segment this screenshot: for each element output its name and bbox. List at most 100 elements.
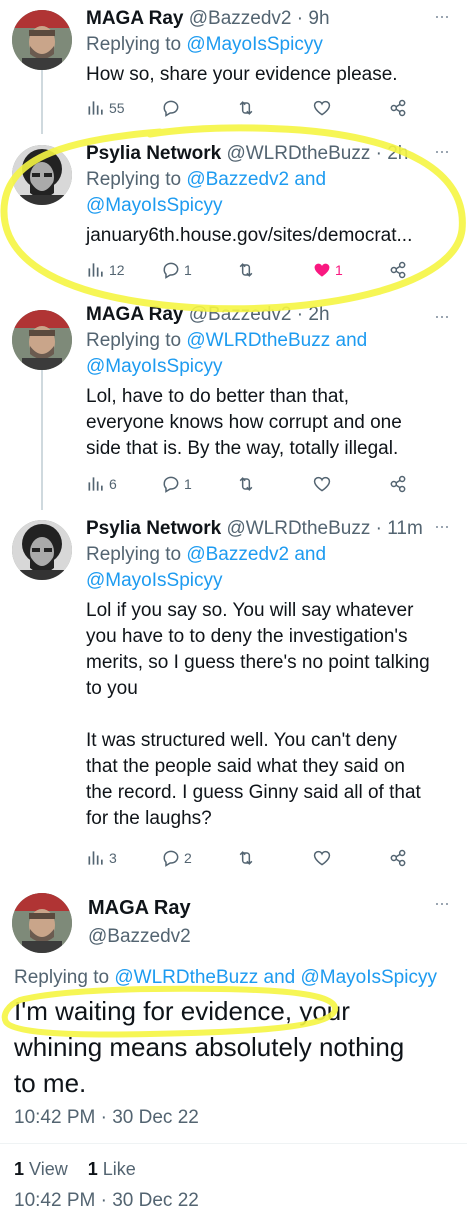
views-count: 6 (109, 476, 117, 492)
reply-mention[interactable]: @MayoIsSpicyy (86, 356, 223, 377)
replying-to-cont: @MayoIsSpicyy (86, 568, 457, 594)
likes-stat[interactable]: 1 Like (88, 1159, 136, 1179)
text-line: Lol if you say so. You will say whatever (86, 600, 414, 621)
author-handle[interactable]: @Bazzedv2 (189, 304, 292, 325)
main-tweet[interactable]: MAGA Ray @Bazzedv2 ··· Replying to @WLRD… (0, 885, 467, 1211)
timestamp[interactable]: 2h (387, 143, 408, 164)
timestamp[interactable]: 11m (387, 518, 423, 539)
timestamp[interactable]: 2h (308, 304, 329, 325)
replying-to: Replying to @Bazzedv2 and (86, 167, 457, 193)
more-icon[interactable]: ··· (434, 894, 450, 912)
avatar-maga-ray[interactable] (12, 310, 72, 370)
retweet-button[interactable] (236, 846, 256, 870)
retweet-button[interactable] (236, 258, 256, 282)
views-button[interactable]: 55 (86, 96, 125, 120)
tweet-1[interactable]: MAGA Ray @Bazzedv2 · 9h Replying to @May… (0, 0, 467, 134)
views-button[interactable]: 6 (86, 472, 117, 496)
like-icon (313, 100, 331, 116)
more-icon[interactable]: ··· (434, 517, 450, 535)
reply-button[interactable] (161, 96, 181, 120)
text-line: whining means absolutely nothing (14, 1032, 405, 1062)
like-count: 1 (335, 262, 343, 278)
views-count: 3 (109, 850, 117, 866)
like-button[interactable] (312, 472, 332, 496)
avatar-maga-ray[interactable] (12, 10, 72, 70)
author-name[interactable]: Psylia Network (86, 518, 221, 539)
replying-to: Replying to @WLRDtheBuzz and @MayoIsSpic… (14, 965, 437, 991)
views-button[interactable]: 3 (86, 846, 117, 870)
tweet-text: Lol if you say so. You will say whatever… (86, 598, 457, 832)
reply-count: 1 (184, 476, 192, 492)
author-handle[interactable]: @WLRDtheBuzz (226, 518, 370, 539)
replying-to-label: Replying to (86, 330, 187, 351)
avatar-psylia-network[interactable] (12, 145, 72, 205)
reply-icon (163, 100, 179, 117)
views-stat[interactable]: 1 View (14, 1159, 68, 1179)
author-name[interactable]: MAGA Ray (86, 304, 183, 325)
author-name[interactable]: MAGA Ray (88, 897, 191, 920)
more-icon[interactable]: ··· (434, 142, 450, 160)
avatar-maga-ray[interactable] (12, 893, 72, 953)
like-button[interactable]: 1 (312, 258, 343, 282)
reply-button[interactable]: 1 (161, 258, 192, 282)
author-handle[interactable]: @WLRDtheBuzz (226, 143, 370, 164)
more-icon[interactable]: ··· (434, 307, 450, 325)
text-line: to me. (14, 1068, 87, 1098)
author-handle[interactable]: @Bazzedv2 (189, 8, 292, 29)
tweet-actions: 55 (86, 96, 426, 120)
like-button[interactable] (312, 846, 332, 870)
avatar-psylia-network[interactable] (12, 520, 72, 580)
replying-to-label: Replying to (86, 34, 187, 55)
retweet-button[interactable] (236, 96, 256, 120)
views-icon (88, 477, 103, 491)
tweet-actions: 6 1 (86, 472, 426, 496)
like-button[interactable] (312, 96, 332, 120)
more-icon[interactable]: ··· (434, 7, 450, 25)
reply-mention[interactable]: @Bazzedv2 and (186, 169, 326, 190)
reply-mention[interactable]: @WLRDtheBuzz and @MayoIsSpicyy (114, 967, 437, 988)
reply-mention[interactable]: @MayoIsSpicyy (86, 195, 223, 216)
share-icon (390, 849, 406, 867)
retweet-icon (239, 263, 253, 277)
reply-mention[interactable]: @Bazzedv2 and (186, 544, 326, 565)
reply-icon (163, 850, 179, 867)
share-button[interactable] (388, 472, 408, 496)
author-name[interactable]: Psylia Network (86, 143, 221, 164)
tweet-2[interactable]: Psylia Network @WLRDtheBuzz · 2h Replyin… (0, 135, 467, 295)
tweet-actions: 3 2 (86, 846, 426, 870)
tweet-link[interactable]: january6th.house.gov/sites/democrat... (86, 223, 457, 249)
share-icon (390, 99, 406, 117)
separator: · (370, 518, 388, 539)
share-button[interactable] (388, 96, 408, 120)
timestamp[interactable]: 9h (308, 8, 329, 29)
views-button[interactable]: 12 (86, 258, 125, 282)
reply-button[interactable]: 1 (161, 472, 192, 496)
text-line: the record. I guess Ginny said all of th… (86, 782, 421, 803)
like-icon (314, 263, 330, 277)
replying-to-label: Replying to (14, 967, 115, 988)
author-name[interactable]: MAGA Ray (86, 8, 183, 29)
tweet-text: I'm waiting for evidence, your whining m… (14, 993, 404, 1101)
replying-to: Replying to @Bazzedv2 and (86, 542, 457, 568)
share-button[interactable] (388, 846, 408, 870)
text-line: to you (86, 678, 138, 699)
separator: · (291, 8, 309, 29)
tweet-4[interactable]: Psylia Network @WLRDtheBuzz · 11m Replyi… (0, 510, 467, 875)
share-button[interactable] (388, 258, 408, 282)
reply-button[interactable]: 2 (161, 846, 192, 870)
like-icon (313, 476, 331, 492)
replying-to-label: Replying to (86, 169, 187, 190)
tweet-3[interactable]: MAGA Ray @Bazzedv2 · 2h Replying to @WLR… (0, 300, 467, 510)
reply-mention[interactable]: @WLRDtheBuzz and (186, 330, 367, 351)
reply-count: 1 (184, 262, 192, 278)
tweet-timestamp[interactable]: 10:42 PM · 30 Dec 22 (14, 1107, 199, 1129)
text-line: I'm waiting for evidence, your (14, 996, 350, 1026)
separator: · (370, 143, 388, 164)
thread-line (41, 70, 43, 134)
reply-mention[interactable]: @MayoIsSpicyy (86, 570, 223, 591)
author-handle[interactable]: @Bazzedv2 (88, 926, 191, 948)
like-icon (313, 850, 331, 866)
retweet-button[interactable] (236, 472, 256, 496)
retweet-icon (239, 851, 253, 865)
reply-mention[interactable]: @MayoIsSpicyy (186, 34, 323, 55)
